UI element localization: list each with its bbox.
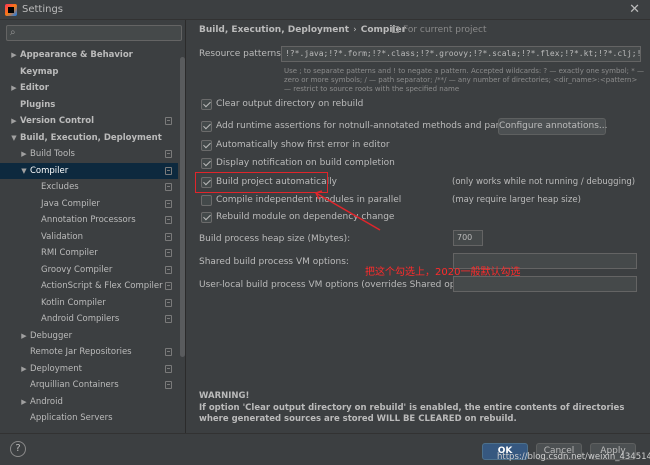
help-icon[interactable]: ? <box>10 441 26 457</box>
annotation-arrow <box>314 190 381 231</box>
watermark: https://blog.csdn.net/weixin_43451430 <box>497 452 650 462</box>
annotation-text: 把这个勾选上，2020一般默认勾选 <box>365 267 521 278</box>
